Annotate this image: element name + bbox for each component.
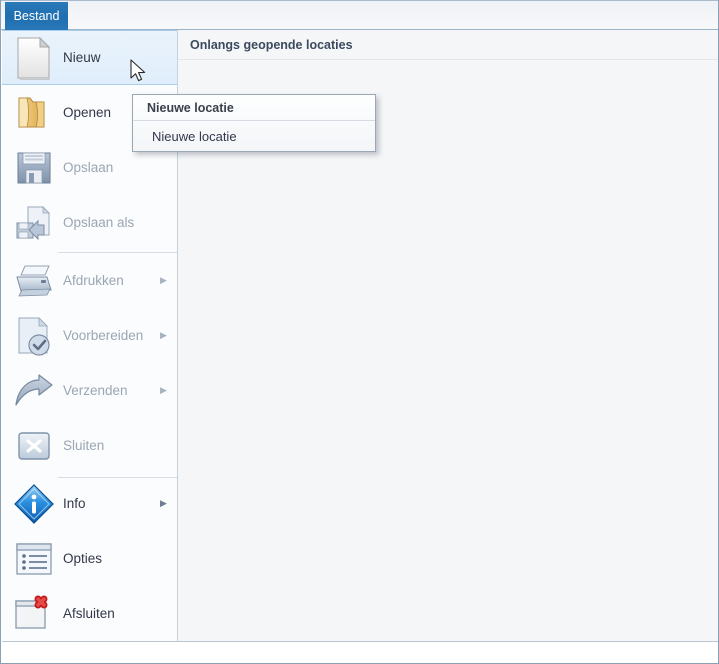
sidebar-item-label: Opties — [63, 551, 103, 566]
popup-header-label: Nieuwe locatie — [133, 95, 375, 121]
sidebar-item-opslaan-als[interactable]: Opslaan als — [2, 195, 177, 250]
floppy-disk-icon — [10, 146, 58, 190]
send-arrow-icon — [10, 369, 58, 413]
sidebar-item-sluiten[interactable]: Sluiten — [2, 418, 177, 473]
sidebar-item-label: Nieuw — [63, 50, 101, 65]
exit-red-x-icon — [10, 592, 58, 636]
sidebar-item-afsluiten[interactable]: Afsluiten — [2, 586, 177, 641]
new-document-icon — [10, 36, 58, 80]
sidebar-item-verzenden[interactable]: Verzenden ▶ — [2, 363, 177, 418]
sidebar-item-nieuw[interactable]: Nieuw — [2, 30, 177, 85]
tab-strip-background — [1, 0, 718, 29]
tab-bestand[interactable]: Bestand — [5, 2, 68, 30]
window-bottom-strip — [2, 641, 718, 662]
ribbon-tab-strip: Bestand — [1, 0, 718, 30]
chevron-right-icon: ▶ — [160, 330, 167, 340]
sidebar-item-afdrukken[interactable]: Afdrukken ▶ — [2, 253, 177, 308]
chevron-right-icon: ▶ — [160, 385, 167, 395]
recent-locations-header: Onlangs geopende locaties — [178, 30, 718, 60]
sidebar-item-voorbereiden[interactable]: Voorbereiden ▶ — [2, 308, 177, 363]
sidebar-item-label: Opslaan als — [63, 215, 135, 230]
chevron-right-icon: ▶ — [160, 275, 167, 285]
prepare-check-icon — [10, 314, 58, 358]
printer-icon — [10, 259, 58, 303]
new-location-popup: Nieuwe locatie Nieuwe locatie — [132, 94, 376, 152]
save-as-icon — [10, 201, 58, 245]
sidebar-item-label: Afdrukken — [63, 273, 124, 288]
sidebar-item-label: Opslaan — [63, 160, 114, 175]
file-menu-window: Bestand Nieuw Openen Opslaan Opslaan als… — [0, 0, 719, 664]
options-list-icon — [10, 537, 58, 581]
info-diamond-icon — [10, 482, 58, 526]
open-folder-icon — [10, 91, 58, 135]
sidebar-item-label: Voorbereiden — [63, 328, 144, 343]
sidebar-item-opties[interactable]: Opties — [2, 531, 177, 586]
sidebar-item-label: Sluiten — [63, 438, 105, 453]
chevron-right-icon: ▶ — [160, 498, 167, 508]
sidebar-item-info[interactable]: Info ▶ — [2, 476, 177, 531]
sidebar-item-label: Verzenden — [63, 383, 128, 398]
sidebar-item-label: Afsluiten — [63, 606, 115, 621]
popup-item-nieuwe-locatie[interactable]: Nieuwe locatie — [133, 122, 375, 151]
close-x-icon — [10, 424, 58, 468]
sidebar-item-label: Info — [63, 496, 86, 511]
